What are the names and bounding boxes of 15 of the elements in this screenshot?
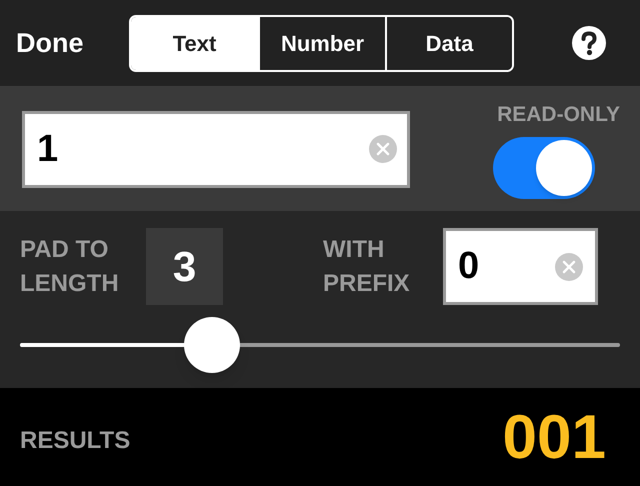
field-value: 1 — [37, 126, 60, 172]
segment-tab[interactable]: Data — [385, 16, 512, 70]
result-value: 001 — [502, 402, 606, 474]
length-slider[interactable] — [20, 315, 620, 375]
prefix-field[interactable]: 0 — [443, 228, 598, 305]
pad-length-label: PAD TO LENGTH — [20, 234, 120, 298]
help-icon[interactable] — [572, 26, 606, 60]
prefix-value: 0 — [458, 244, 480, 289]
done-button[interactable]: Done — [16, 22, 129, 64]
prefix-label: WITH PREFIX — [323, 234, 411, 298]
read-only-label: READ-ONLY — [497, 102, 620, 128]
results-label: RESULTS — [20, 426, 130, 456]
length-value: 3 — [146, 228, 223, 305]
value-field[interactable]: 1 — [22, 110, 410, 188]
segment-tab[interactable]: Text — [131, 16, 258, 70]
